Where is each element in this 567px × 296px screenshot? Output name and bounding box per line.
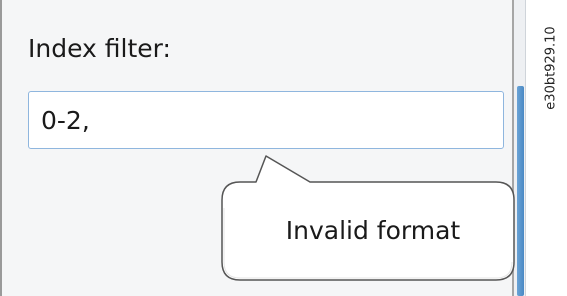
figure-code-text: e30bt929.10 xyxy=(543,26,559,110)
tooltip-message: Invalid format xyxy=(285,215,461,245)
tooltip-content: Invalid format xyxy=(218,182,518,278)
filter-screen: Index filter: Invalid format e30bt929.10 xyxy=(0,0,567,296)
panel-left-border xyxy=(0,0,2,296)
index-filter-input[interactable] xyxy=(28,91,504,149)
scrollbar-thumb[interactable] xyxy=(517,86,524,296)
figure-code-label: e30bt929.10 xyxy=(540,4,562,132)
index-filter-label: Index filter: xyxy=(28,34,171,63)
